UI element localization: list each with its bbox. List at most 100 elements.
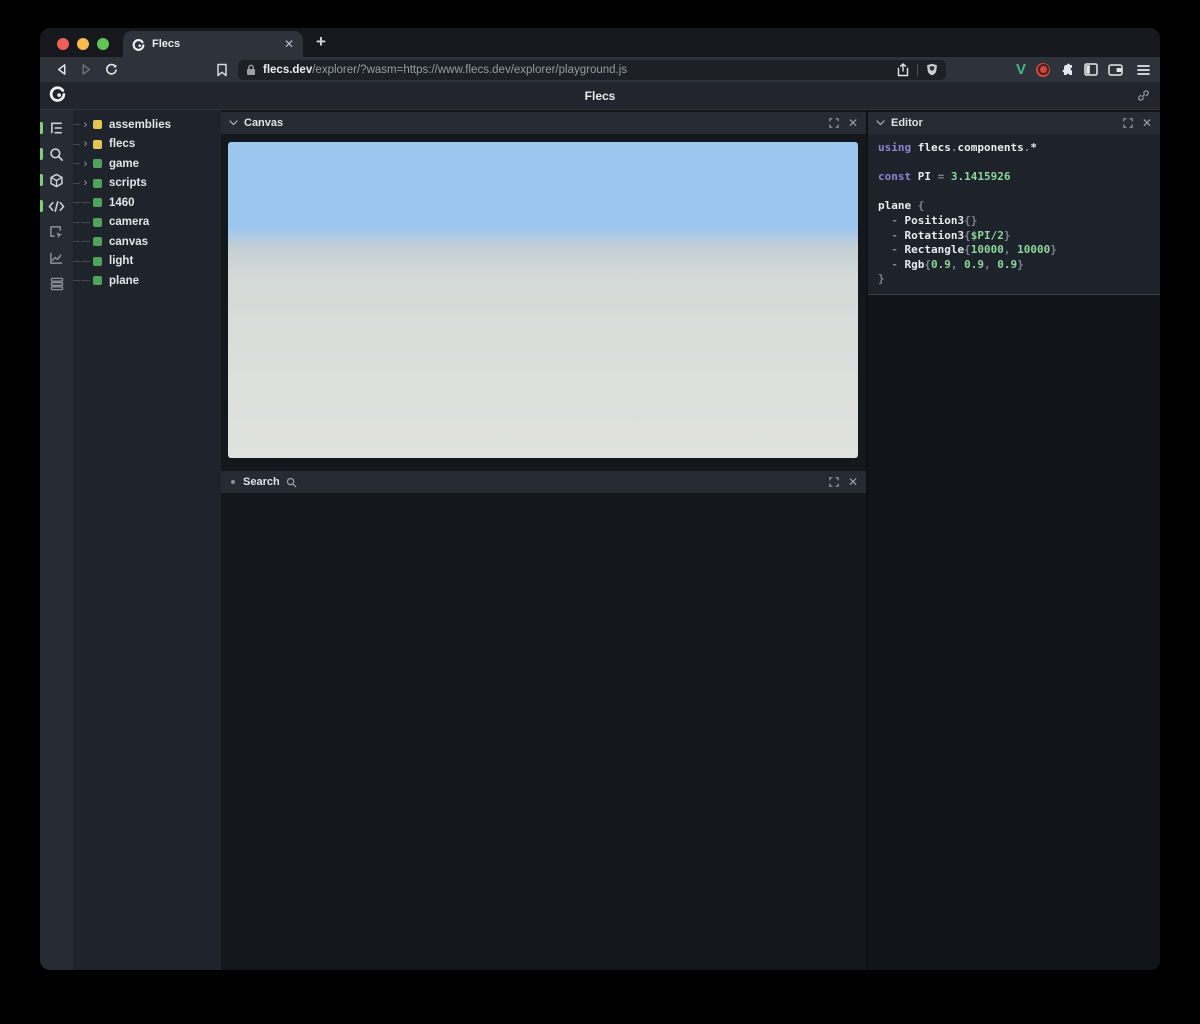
lock-icon	[246, 64, 256, 76]
tree-guide-line	[80, 260, 91, 262]
active-indicator	[40, 122, 43, 134]
minimize-window-button[interactable]	[77, 38, 89, 50]
tree-item-game[interactable]: › game	[73, 154, 221, 174]
rail-item-rows[interactable]	[40, 271, 73, 297]
toolbar-divider	[916, 63, 918, 76]
active-indicator	[40, 148, 43, 160]
tab-close-icon[interactable]: ✕	[284, 38, 294, 50]
vue-devtools-extension-icon[interactable]: V	[1016, 62, 1026, 77]
rail-item-code[interactable]	[40, 193, 73, 219]
canvas-panel-header: Canvas ✕	[221, 112, 866, 134]
fullscreen-icon[interactable]	[829, 118, 839, 128]
close-icon[interactable]: ✕	[1142, 117, 1152, 129]
tree-item-light[interactable]: light	[73, 252, 221, 272]
inspect-icon	[49, 225, 64, 240]
entity-square-icon	[93, 217, 102, 227]
forward-button[interactable]	[76, 63, 96, 76]
entity-square-icon	[93, 159, 102, 169]
code-line: - Position3{}	[878, 213, 978, 227]
stats-icon	[49, 251, 64, 265]
expand-chevron-icon[interactable]: ›	[80, 158, 91, 170]
flecs-logo-icon	[49, 85, 66, 102]
close-icon[interactable]: ✕	[848, 117, 858, 129]
tree-guide-line	[73, 260, 80, 262]
tree-guide-line	[73, 124, 80, 126]
search-icon	[286, 477, 297, 488]
tree-guide-line	[73, 182, 80, 184]
tree-guide-line	[73, 163, 80, 165]
url-bar[interactable]: flecs.dev/explorer/?wasm=https://www.fle…	[238, 59, 946, 80]
browser-tab[interactable]: Flecs ✕	[123, 31, 303, 57]
entity-square-icon	[93, 276, 102, 286]
tree-item-1460[interactable]: 1460	[73, 193, 221, 213]
tree-item-camera[interactable]: camera	[73, 213, 221, 233]
tab-favicon-flecs-logo-icon	[132, 38, 145, 51]
rail-item-entity-tree[interactable]	[40, 115, 73, 141]
reload-button[interactable]	[101, 63, 121, 76]
rows-icon	[50, 277, 64, 291]
code-line: const PI = 3.1415926	[878, 170, 1011, 184]
extensions-puzzle-icon[interactable]	[1060, 63, 1074, 77]
entities-icon	[49, 173, 64, 188]
editor-panel-header: Editor ✕	[868, 112, 1160, 134]
traffic-lights	[40, 38, 109, 57]
main-area: Canvas ✕ Search ✕ Editor ✕ using flecs.c…	[221, 110, 1160, 970]
editor-panel-title: Editor	[891, 117, 923, 129]
url-text: flecs.dev/explorer/?wasm=https://www.fle…	[263, 64, 627, 76]
page-title: Flecs	[584, 88, 616, 103]
browser-menu-icon[interactable]	[1137, 64, 1150, 76]
code-line: - Rgb{0.9, 0.9, 0.9}	[878, 257, 1024, 271]
tab-bar: Flecs ✕ +	[40, 28, 1160, 57]
tree-item-plane[interactable]: plane	[73, 271, 221, 291]
tree-item-label: light	[109, 255, 134, 268]
rail-item-entities[interactable]	[40, 167, 73, 193]
wallet-icon[interactable]	[1108, 63, 1123, 76]
collapsed-indicator-icon[interactable]	[231, 480, 235, 484]
brave-shield-icon[interactable]	[926, 63, 938, 76]
entity-square-icon	[93, 178, 102, 188]
share-icon[interactable]	[897, 62, 909, 77]
share-link-icon[interactable]	[1137, 89, 1150, 102]
expand-chevron-icon[interactable]: ›	[80, 177, 91, 189]
fullscreen-icon[interactable]	[1123, 118, 1133, 128]
expand-chevron-icon[interactable]: ›	[80, 119, 91, 131]
tree-item-label: assemblies	[109, 118, 172, 131]
new-tab-button[interactable]: +	[316, 32, 326, 52]
bookmark-icon[interactable]	[216, 63, 228, 77]
rail-item-inspect[interactable]	[40, 219, 73, 245]
sidebar-toggle-icon[interactable]	[1084, 63, 1098, 76]
chevron-down-icon[interactable]	[876, 120, 885, 126]
zoom-window-button[interactable]	[97, 38, 109, 50]
rail-item-search[interactable]	[40, 141, 73, 167]
back-button[interactable]	[51, 63, 71, 76]
tree-item-scripts[interactable]: › scripts	[73, 174, 221, 194]
rail-item-stats[interactable]	[40, 245, 73, 271]
tree-item-label: camera	[109, 216, 150, 229]
tree-item-label: canvas	[109, 235, 149, 248]
tree-item-assemblies[interactable]: › assemblies	[73, 115, 221, 135]
code-editor[interactable]: using flecs.components.* const PI = 3.14…	[868, 134, 1160, 295]
url-domain: flecs.dev	[263, 63, 313, 76]
close-icon[interactable]: ✕	[848, 476, 858, 488]
red-extension-icon[interactable]	[1036, 62, 1050, 77]
app-header: Flecs	[40, 82, 1160, 110]
code-line: - Rotation3{$PI/2}	[878, 228, 1011, 242]
tree-guide-line	[80, 280, 91, 282]
tree-guide-line	[73, 221, 80, 223]
3d-canvas-viewport[interactable]	[228, 142, 858, 458]
tree-guide-line	[73, 143, 80, 145]
expand-chevron-icon[interactable]: ›	[80, 138, 91, 150]
chevron-down-icon[interactable]	[229, 120, 238, 126]
search-panel-title: Search	[243, 476, 280, 488]
tree-item-label: game	[109, 157, 140, 170]
url-path: /explorer/?wasm=https://www.flecs.dev/ex…	[312, 63, 628, 76]
tree-item-flecs[interactable]: › flecs	[73, 135, 221, 155]
tree-guide-line	[80, 202, 91, 204]
close-window-button[interactable]	[57, 38, 69, 50]
tree-item-canvas[interactable]: canvas	[73, 232, 221, 252]
tree-guide-line	[80, 241, 91, 243]
tree-guide-line	[73, 202, 80, 204]
fullscreen-icon[interactable]	[829, 477, 839, 487]
tree-guide-line	[73, 241, 80, 243]
tree-guide-line	[73, 280, 80, 282]
